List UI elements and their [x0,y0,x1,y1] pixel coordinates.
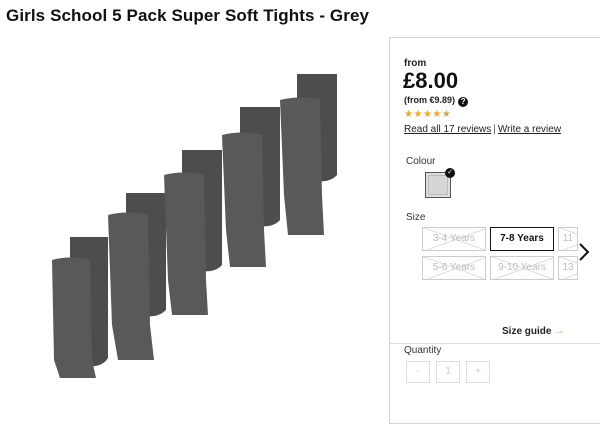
product-image [52,74,337,378]
size-option-label: 13 [562,262,574,273]
size-option-label: 11 [562,233,574,244]
star-icon: ★ [413,109,423,120]
purchase-panel: from £8.00 (from €9.89)? ★★★★★ Read all … [389,37,600,424]
size-option-9-10[interactable]: 9-10 Years [490,256,554,280]
size-option-13[interactable]: 13 [558,256,578,280]
size-guide-link[interactable]: Size guide → [502,326,564,337]
divider [390,343,600,344]
size-option-label: 9-10 Years [498,262,546,273]
size-option-11[interactable]: 11 [558,227,578,251]
quantity-input[interactable]: 1 [436,361,460,383]
help-icon[interactable]: ? [458,97,469,107]
size-option-5-6[interactable]: 5-6 Years [422,256,486,280]
colour-label: Colour [406,156,436,167]
quantity-decrease-button[interactable]: - [406,361,430,383]
alt-price: (from €9.89)? [404,95,469,107]
price: £8.00 [403,68,459,93]
alt-price-text: (from €9.89) [404,95,456,105]
product-title: Girls School 5 Pack Super Soft Tights - … [6,6,370,25]
read-reviews-link[interactable]: Read all 17 reviews [404,124,491,135]
size-guide-label: Size guide [502,326,552,337]
check-icon: ✓ [445,168,455,178]
size-option-label: 7-8 Years [500,233,544,244]
reviews-row: Read all 17 reviews | Write a review [404,124,561,135]
quantity-label: Quantity [404,345,442,356]
tights-illustration [52,74,337,378]
size-option-7-8[interactable]: 7-8 Years [490,227,554,251]
chevron-right-icon[interactable] [578,242,590,267]
size-option-label: 3-4 Years [432,233,476,244]
size-label: Size [406,212,426,223]
write-review-link[interactable]: Write a review [498,124,561,135]
star-icon: ★ [422,109,433,120]
quantity-increase-button[interactable]: + [466,361,490,383]
star-half-icon: ★ [441,109,452,120]
arrow-right-icon: → [554,326,565,337]
star-rating: ★★★★★ [404,109,451,120]
separator: | [493,124,496,135]
swatch-fill [428,175,448,195]
size-option-3-4[interactable]: 3-4 Years [422,227,486,251]
colour-swatch-grey[interactable]: ✓ [425,168,455,198]
size-option-label: 5-6 Years [432,262,476,273]
star-icon: ★ [432,109,442,120]
